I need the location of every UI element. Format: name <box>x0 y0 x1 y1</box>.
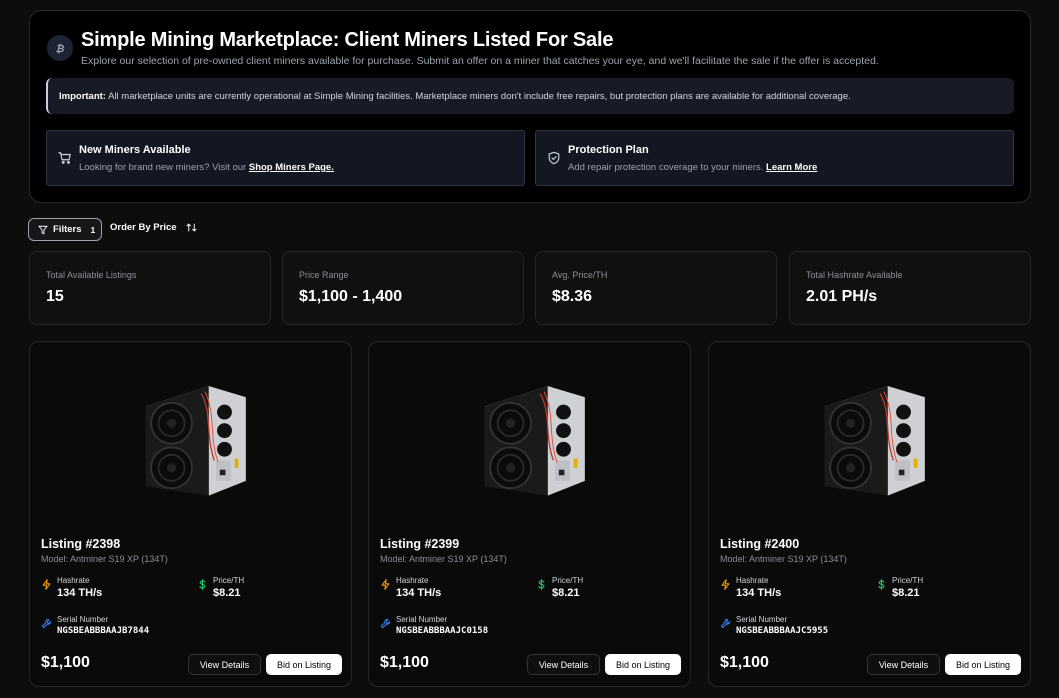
cart-icon <box>58 152 71 164</box>
listing-title: Listing #2400 <box>720 537 800 551</box>
stat-total-hashrate: Total Hashrate Available 2.01 PH/s <box>789 251 1031 325</box>
notice-label: Important: <box>59 91 106 102</box>
view-details-button[interactable]: View Details <box>867 654 940 675</box>
filters-label: Filters <box>53 224 82 235</box>
dollar-icon <box>878 579 885 590</box>
stat-label: Total Available Listings <box>46 270 137 280</box>
bolt-icon <box>42 579 51 590</box>
stat-avg-price-th: Avg. Price/TH $8.36 <box>535 251 777 325</box>
page-title: Simple Mining Marketplace: Client Miners… <box>81 29 614 51</box>
protection-plan-desc: Add repair protection coverage to your m… <box>568 162 817 173</box>
new-miners-desc: Looking for brand new miners? Visit our … <box>79 162 334 173</box>
filter-icon <box>38 225 48 234</box>
price-th-value: $8.21 <box>892 587 920 599</box>
stat-price-range: Price Range $1,100 - 1,400 <box>282 251 524 325</box>
stat-value: 2.01 PH/s <box>806 288 878 305</box>
listing-model: Model: Antminer S19 XP (134T) <box>720 554 847 564</box>
bolt-icon <box>721 579 730 590</box>
wrench-icon <box>41 618 52 629</box>
stat-value: $1,100 - 1,400 <box>299 288 403 305</box>
listing-model: Model: Antminer S19 XP (134T) <box>380 554 507 564</box>
hashrate-label: Hashrate <box>396 576 429 585</box>
new-miners-desc-text: Looking for brand new miners? Visit our <box>79 162 249 173</box>
price-th-value: $8.21 <box>213 587 241 599</box>
filters-count-badge: 1 <box>90 224 96 235</box>
listing-model: Model: Antminer S19 XP (134T) <box>41 554 168 564</box>
sort-arrows-icon <box>186 223 196 232</box>
important-notice: Important: All marketplace units are cur… <box>46 78 1014 114</box>
new-miners-title: New Miners Available <box>79 144 191 156</box>
new-miners-card: New Miners Available Looking for brand n… <box>46 130 525 186</box>
bitcoin-logo-icon: ₿ <box>47 35 73 61</box>
filters-button[interactable]: Filters 1 <box>28 218 102 241</box>
listing-title: Listing #2398 <box>41 537 121 551</box>
stat-label: Price Range <box>299 270 349 280</box>
stat-value: $8.36 <box>552 288 593 305</box>
hashrate-label: Hashrate <box>736 576 769 585</box>
listing-price: $1,100 <box>41 654 90 671</box>
hashrate-label: Hashrate <box>57 576 90 585</box>
svg-text:₿: ₿ <box>56 42 65 54</box>
stat-label: Total Hashrate Available <box>806 270 903 280</box>
dollar-icon <box>199 579 206 590</box>
wrench-icon <box>380 618 391 629</box>
protection-plan-title: Protection Plan <box>568 144 649 156</box>
hashrate-value: 134 TH/s <box>736 587 782 599</box>
hashrate-value: 134 TH/s <box>57 587 103 599</box>
serial-label: Serial Number <box>396 615 448 624</box>
bid-on-listing-button[interactable]: Bid on Listing <box>945 654 1021 675</box>
marketplace-header: ₿ Simple Mining Marketplace: Client Mine… <box>29 10 1031 203</box>
learn-more-link[interactable]: Learn More <box>766 162 817 173</box>
serial-label: Serial Number <box>736 615 788 624</box>
dollar-icon <box>538 579 545 590</box>
price-th-label: Price/TH <box>552 576 584 585</box>
stat-total-listings: Total Available Listings 15 <box>29 251 271 325</box>
listing-card: Listing #2398 Model: Antminer S19 XP (13… <box>29 341 352 687</box>
notice-text: All marketplace units are currently oper… <box>105 91 851 102</box>
protection-plan-card: Protection Plan Add repair protection co… <box>535 130 1014 186</box>
bolt-icon <box>381 579 390 590</box>
price-th-label: Price/TH <box>892 576 924 585</box>
miner-image <box>483 385 586 497</box>
miner-image <box>823 385 926 497</box>
price-th-label: Price/TH <box>213 576 245 585</box>
view-details-button[interactable]: View Details <box>188 654 261 675</box>
page-subtitle: Explore our selection of pre-owned clien… <box>81 55 879 67</box>
hashrate-value: 134 TH/s <box>396 587 442 599</box>
stat-label: Avg. Price/TH <box>552 270 608 280</box>
bid-on-listing-button[interactable]: Bid on Listing <box>605 654 681 675</box>
serial-value: NGSBEABBBAAJB7844 <box>57 626 150 636</box>
serial-label: Serial Number <box>57 615 109 624</box>
listing-card: Listing #2399 Model: Antminer S19 XP (13… <box>368 341 691 687</box>
serial-value: NGSBEABBBAAJC5955 <box>736 626 829 636</box>
protection-plan-desc-text: Add repair protection coverage to your m… <box>568 162 767 173</box>
listing-card: Listing #2400 Model: Antminer S19 XP (13… <box>708 341 1031 687</box>
order-by-price-button[interactable]: Order By Price <box>110 222 197 233</box>
wrench-icon <box>720 618 731 629</box>
bid-on-listing-button[interactable]: Bid on Listing <box>266 654 342 675</box>
miner-image <box>144 385 247 497</box>
shield-icon <box>548 151 560 165</box>
listing-price: $1,100 <box>380 654 429 671</box>
price-th-value: $8.21 <box>552 587 580 599</box>
serial-value: NGSBEABBBAAJC0158 <box>396 626 489 636</box>
view-details-button[interactable]: View Details <box>527 654 600 675</box>
order-by-label: Order By Price <box>110 222 177 233</box>
shop-miners-link[interactable]: Shop Miners Page. <box>249 162 334 173</box>
stat-value: 15 <box>46 288 64 305</box>
listing-title: Listing #2399 <box>380 537 460 551</box>
listing-price: $1,100 <box>720 654 769 671</box>
